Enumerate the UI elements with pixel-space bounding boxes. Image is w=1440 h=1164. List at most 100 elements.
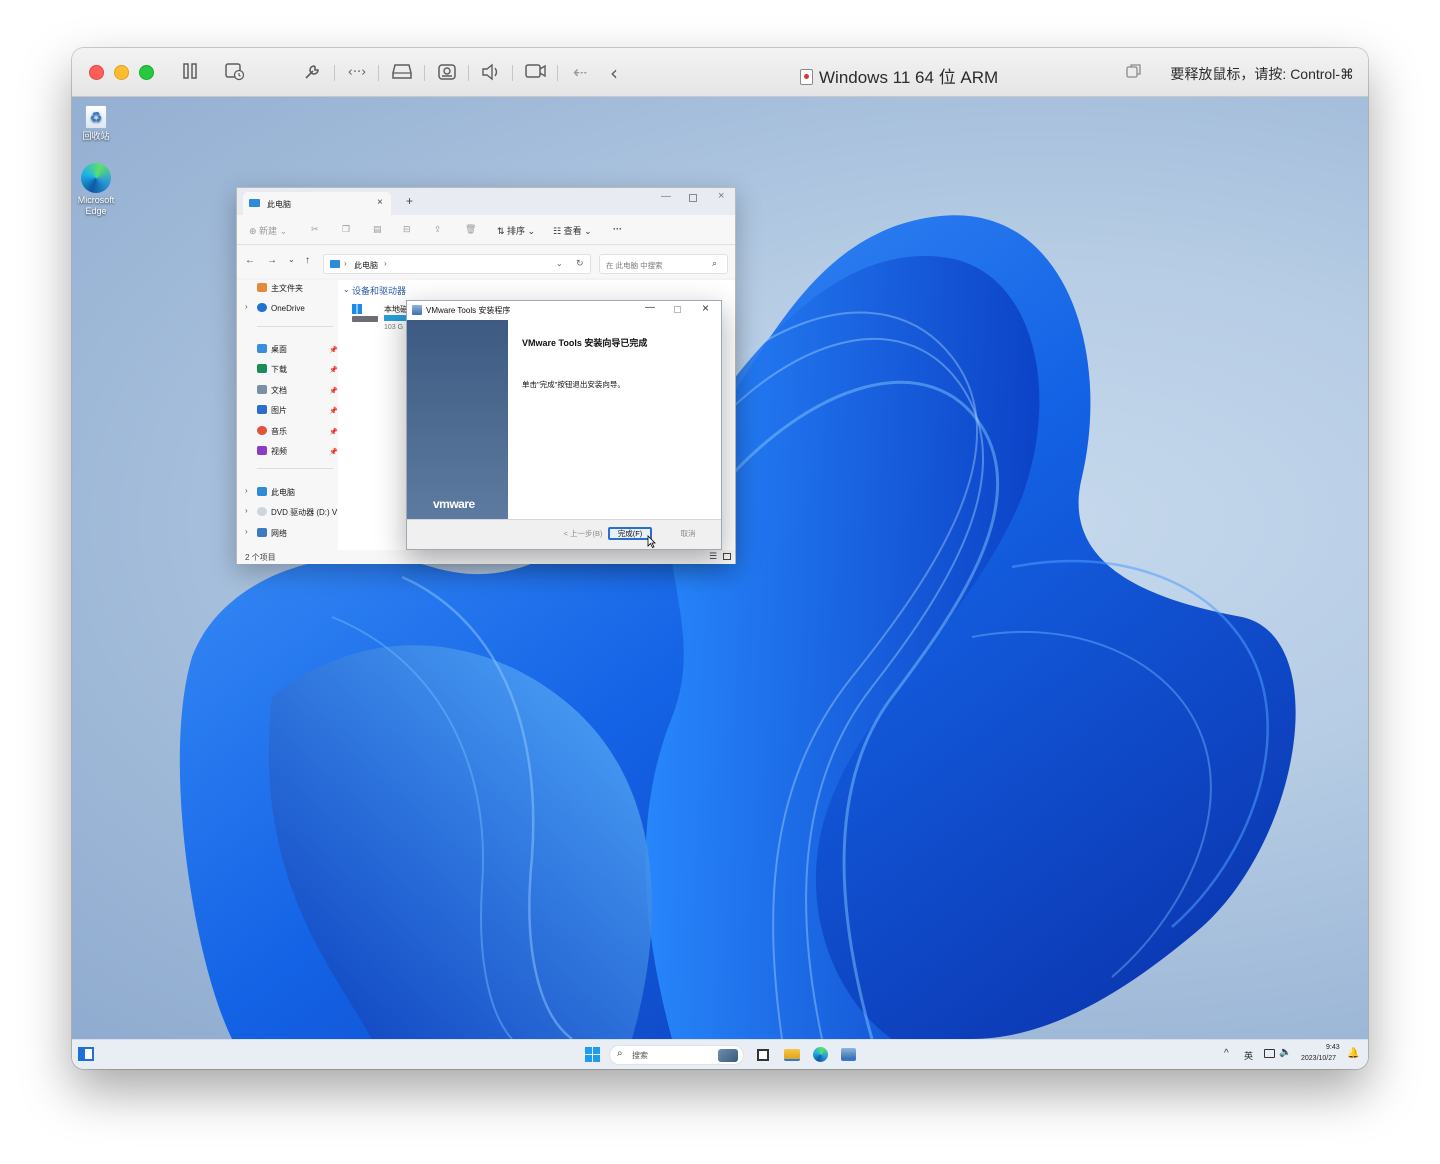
clock-date[interactable]: 2023/10/27 <box>1301 1055 1336 1069</box>
camera-icon[interactable] <box>436 63 458 83</box>
settings-wrench-icon[interactable] <box>301 63 323 83</box>
close-window-button[interactable] <box>89 65 104 80</box>
copy-icon[interactable]: ❐ <box>342 224 350 235</box>
pin-icon: 📌 <box>329 449 338 456</box>
maximize-icon[interactable] <box>689 194 697 202</box>
section-header[interactable]: 设备和驱动器 <box>352 284 406 297</box>
cancel-button: 取消 <box>680 529 696 538</box>
cut-icon[interactable]: ✂ <box>311 224 319 235</box>
expand-chevron-icon[interactable]: › <box>245 486 248 495</box>
search-box[interactable]: 在 此电脑 中搜索 ⌕ <box>599 254 728 274</box>
close-tab-icon[interactable]: × <box>377 197 383 208</box>
nav-item-desktop[interactable]: 桌面 <box>257 344 287 358</box>
expand-chevron-icon[interactable]: › <box>245 506 248 515</box>
network-icon[interactable] <box>1264 1049 1275 1058</box>
edge-icon[interactable] <box>813 1047 828 1062</box>
explorer-command-bar: ⊕ 新建 ⌄ ✂ ❐ ▤ ⊟ ⇪ 🗑 ⇅ 排序 ⌄ ☷ 查看 ⌄ ··· <box>237 215 735 245</box>
back-arrow-icon[interactable]: ‹ <box>603 63 625 83</box>
rename-icon[interactable]: ⊟ <box>403 224 411 235</box>
sort-button[interactable]: ⇅ 排序 ⌄ <box>497 224 535 237</box>
nav-item-pictures[interactable]: 图片 <box>257 405 287 419</box>
status-bar: 2 个项目 ☰ <box>237 550 735 564</box>
nav-item-this-pc[interactable]: 此电脑 <box>257 487 295 501</box>
video-icon[interactable] <box>525 63 547 83</box>
installer-taskbar-icon[interactable] <box>841 1048 856 1061</box>
notification-icon[interactable]: 🔔 <box>1347 1048 1359 1064</box>
new-button[interactable]: ⊕ 新建 ⌄ <box>249 224 287 237</box>
explorer-tab[interactable]: 此电脑 × <box>243 192 391 215</box>
desktop-icon-recycle-bin[interactable]: ♻ 回收站 <box>72 105 120 142</box>
nav-item-onedrive[interactable]: OneDrive <box>257 303 305 317</box>
usb-icon[interactable]: ⇠ <box>569 63 591 83</box>
forward-icon[interactable]: → <box>267 255 277 266</box>
minimize-window-button[interactable] <box>114 65 129 80</box>
pin-icon: 📌 <box>329 367 338 374</box>
expand-chevron-icon[interactable]: › <box>245 302 248 311</box>
close-icon[interactable]: × <box>702 301 709 315</box>
show-hidden-icons-icon[interactable]: ^ <box>1224 1048 1229 1064</box>
delete-icon[interactable]: 🗑 <box>465 224 476 235</box>
explorer-tab-title: 此电脑 <box>267 200 291 209</box>
paste-icon[interactable]: ▤ <box>373 224 382 235</box>
snapshot-icon[interactable] <box>224 63 246 83</box>
nav-item-dvd-drive[interactable]: DVD 驱动器 (D:) V <box>257 507 337 521</box>
desktop-icon-edge[interactable]: Microsoft Edge <box>72 163 120 217</box>
details-view-icon[interactable]: ☰ <box>709 551 717 562</box>
start-button[interactable] <box>585 1047 600 1062</box>
release-mouse-hint: 要释放鼠标，请按: Control-⌘ <box>1170 66 1354 82</box>
nav-item-downloads[interactable]: 下载 <box>257 364 287 378</box>
back-button: < 上一步(B) <box>563 529 603 538</box>
finish-button[interactable]: 完成(F) <box>608 527 652 540</box>
input-method-indicator[interactable]: 英 <box>1244 1049 1253 1065</box>
pause-icon[interactable] <box>179 63 201 83</box>
window-copy-icon[interactable] <box>1123 63 1145 83</box>
nav-item-music[interactable]: 音乐 <box>257 426 287 440</box>
view-label: 查看 <box>563 226 582 236</box>
new-tab-button[interactable]: + <box>406 194 413 208</box>
code-brackets-icon[interactable]: ‹··› <box>346 63 368 83</box>
drive-item[interactable]: 本地磁 103 G <box>350 300 410 336</box>
file-explorer-icon[interactable] <box>784 1049 800 1061</box>
recycle-bin-icon: ♻ <box>85 105 107 129</box>
speaker-icon[interactable] <box>480 63 502 83</box>
desktop-icon-label: Microsoft Edge <box>77 195 115 216</box>
volume-icon[interactable]: 🔈 <box>1279 1047 1291 1063</box>
nav-item-home[interactable]: 主文件夹 <box>257 283 303 297</box>
back-icon[interactable]: ← <box>245 255 255 266</box>
minimize-icon[interactable]: — <box>661 191 671 202</box>
close-icon[interactable]: × <box>718 190 724 202</box>
video-icon <box>257 446 267 455</box>
nav-item-network[interactable]: 网络 <box>257 528 287 542</box>
nav-item-documents[interactable]: 文档 <box>257 385 287 399</box>
breadcrumb[interactable]: 此电脑 <box>354 260 378 271</box>
installer-icon <box>412 305 422 315</box>
installer-message: 单击"完成"按钮退出安装向导。 <box>522 380 625 389</box>
taskbar-search-box[interactable]: ⌕ 搜索 <box>609 1045 744 1065</box>
address-bar[interactable]: › 此电脑 › ⌄ ↻ <box>323 254 591 274</box>
minimize-icon[interactable]: — <box>645 302 655 313</box>
mouse-cursor-icon <box>647 535 656 548</box>
tiles-view-icon[interactable] <box>723 553 731 560</box>
new-label: 新建 <box>259 226 278 236</box>
vm-window: ‹··› ⇠ ‹ Windows 11 64 位 ARM 要释放鼠标，请按: C… <box>72 48 1368 1069</box>
drive-icon[interactable] <box>391 63 413 83</box>
collapse-chevron-icon[interactable]: ⌄ <box>343 285 350 294</box>
refresh-icon[interactable]: ↻ <box>576 258 584 269</box>
nav-item-videos[interactable]: 视频 <box>257 446 287 460</box>
zoom-window-button[interactable] <box>139 65 154 80</box>
more-options-button[interactable]: ··· <box>613 224 622 234</box>
share-icon[interactable]: ⇪ <box>434 224 442 235</box>
expand-chevron-icon[interactable]: › <box>245 527 248 536</box>
task-view-icon[interactable] <box>757 1049 769 1061</box>
sort-label: 排序 <box>507 226 526 236</box>
windows-taskbar: ⌕ 搜索 ^ 英 🔈 9:43 2023/10/27 🔔 <box>72 1039 1368 1069</box>
view-button[interactable]: ☷ 查看 ⌄ <box>553 224 592 237</box>
widgets-icon[interactable] <box>78 1047 94 1061</box>
vm-titlebar: ‹··› ⇠ ‹ Windows 11 64 位 ARM 要释放鼠标，请按: C… <box>72 48 1368 97</box>
network-icon <box>257 528 267 537</box>
computer-icon <box>257 487 267 496</box>
address-dropdown-icon[interactable]: ⌄ <box>556 259 563 268</box>
cloud-icon <box>257 303 267 312</box>
up-icon[interactable]: ↑ <box>305 255 310 266</box>
recent-icon[interactable]: ⌄ <box>288 255 295 264</box>
